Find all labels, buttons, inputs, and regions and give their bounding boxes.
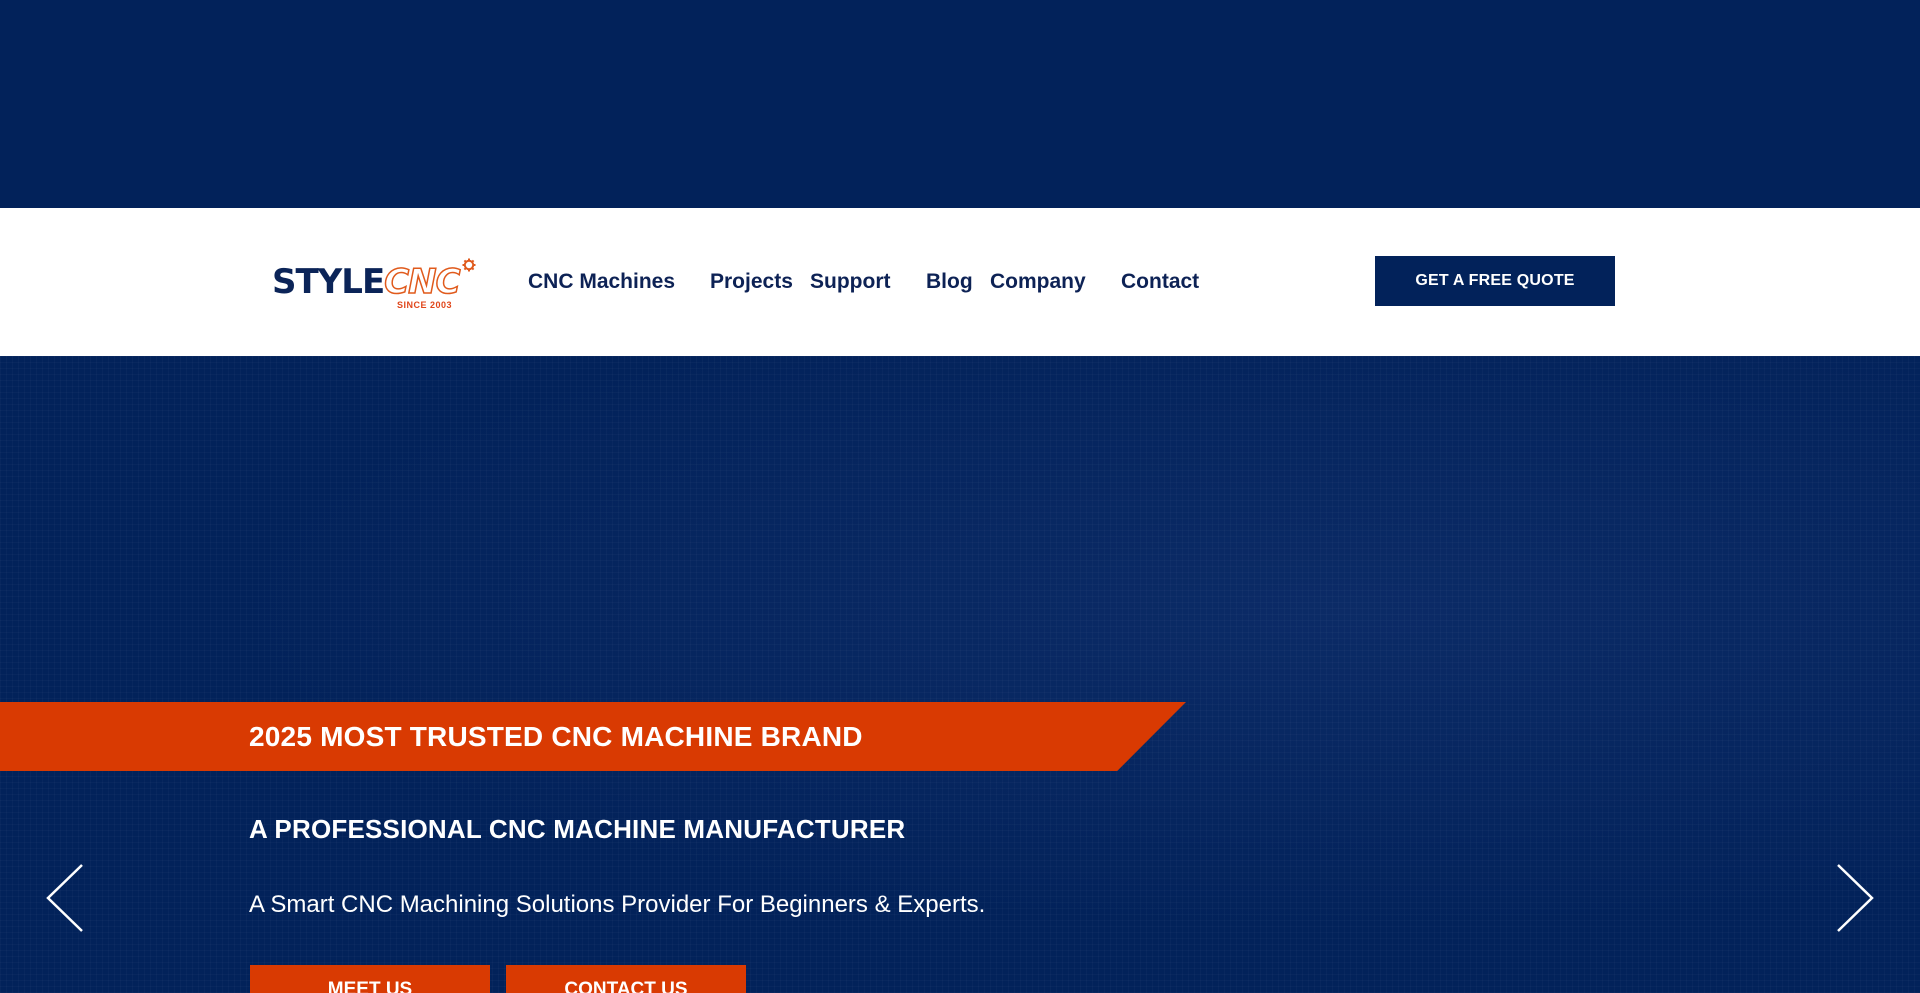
contact-us-button[interactable]: CONTACT US — [506, 965, 746, 993]
logo-since-text: SINCE 2003 — [397, 300, 453, 310]
site-header: STYLECNC SINCE 2003 CNC Machines Project… — [0, 208, 1920, 356]
meet-us-button[interactable]: MEET US — [250, 965, 490, 993]
logo-wordmark: STYLECNC — [272, 261, 461, 303]
nav-item-contact[interactable]: Contact — [1121, 270, 1199, 294]
hero-banner-text: 2025 MOST TRUSTED CNC MACHINE BRAND — [249, 721, 863, 752]
nav-item-projects[interactable]: Projects — [710, 270, 793, 294]
get-free-quote-button[interactable]: GET A FREE QUOTE — [1375, 256, 1615, 306]
logo[interactable]: STYLECNC SINCE 2003 — [272, 258, 478, 314]
hero-subtitle: A Smart CNC Machining Solutions Provider… — [249, 891, 986, 918]
nav-item-cnc-machines[interactable]: CNC Machines — [528, 270, 675, 294]
chevron-right-icon[interactable] — [1832, 861, 1876, 935]
gear-icon — [462, 258, 476, 272]
nav-item-support[interactable]: Support — [810, 270, 890, 294]
nav-item-blog[interactable]: Blog — [926, 270, 973, 294]
top-bar-background — [0, 0, 1920, 208]
hero-title: A PROFESSIONAL CNC MACHINE MANUFACTURER — [249, 814, 906, 844]
hero-banner: 2025 MOST TRUSTED CNC MACHINE BRAND — [0, 702, 1186, 771]
hero-slider: 2025 MOST TRUSTED CNC MACHINE BRAND A PR… — [0, 356, 1920, 993]
nav-item-company[interactable]: Company — [990, 270, 1086, 294]
logo-cnc-text: CNC — [383, 261, 461, 303]
logo-style-text: STYLE — [272, 262, 385, 302]
chevron-left-icon[interactable] — [44, 861, 88, 935]
